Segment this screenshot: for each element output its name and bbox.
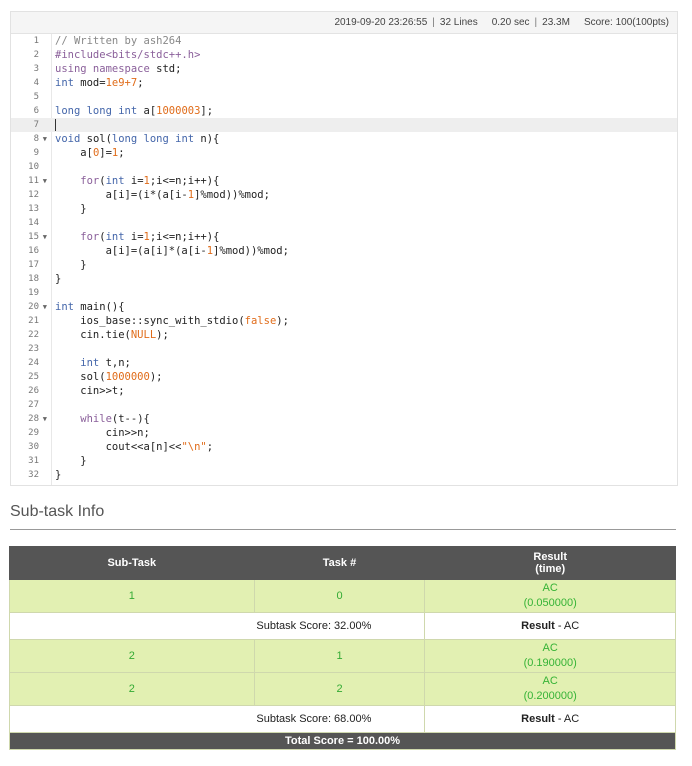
code-line: 21 ios_base::sync_with_stdio(false);: [28, 315, 289, 327]
code-line: 22 cin.tie(NULL);: [28, 329, 169, 341]
result-cell: AC (0.200000): [424, 672, 676, 706]
code-line: 24 int t,n;: [28, 357, 131, 369]
task-cell: 1: [253, 639, 426, 673]
code-line: 26 cin>>t;: [28, 385, 125, 397]
section-divider: [10, 529, 676, 530]
code-line: 5: [33, 92, 39, 102]
code-line: 12 a[i]=(i*(a[i-1]%mod))%mod;: [28, 189, 270, 201]
table-row: 2 2 AC (0.200000): [9, 672, 676, 706]
subtask-score-row: Subtask Score: 32.00% Result - AC: [8, 612, 676, 640]
result-cell: AC (0.190000): [424, 639, 676, 673]
code-line: 3 using namespace std;: [33, 63, 182, 75]
code-line: 18}: [28, 273, 62, 285]
fold-arrow-icon[interactable]: ▼: [43, 412, 47, 426]
code-line: 15 ▼ for(int i=1;i<=n;i++){: [28, 230, 220, 244]
fold-arrow-icon[interactable]: ▼: [43, 174, 47, 188]
subtask-cell: 1: [9, 579, 255, 613]
code-line: 9 a[0]=1;: [33, 147, 125, 159]
code-line: 4 int mod=1e9+7;: [33, 77, 144, 89]
header-subtask: Sub-Task: [9, 546, 255, 580]
code-line: 20 ▼ int main(){: [28, 300, 125, 314]
subtask-result: Result - AC: [424, 705, 676, 733]
code-line: 14: [28, 218, 39, 228]
fold-arrow-icon[interactable]: ▼: [43, 230, 47, 244]
code-line: 17 }: [28, 259, 87, 271]
code-line: 13 }: [28, 203, 87, 215]
code-line: 8 ▼ void sol(long long int n){: [33, 132, 220, 146]
total-score-row: Total Score = 100.00%: [9, 732, 676, 750]
code-line: 31 }: [28, 455, 87, 467]
subtask-score-row: Subtask Score: 68.00% Result - AC: [8, 705, 676, 733]
subtask-score-label: Subtask Score: 68.00%: [8, 705, 426, 733]
header-task: Task #: [253, 546, 426, 580]
task-cell: 0: [253, 579, 426, 613]
table-row: 1 0 AC (0.050000): [9, 579, 676, 613]
code-panel: 2019-09-20 23:26:55 | 32 Lines 0.20 sec …: [10, 11, 678, 486]
submission-datetime: 2019-09-20 23:26:55: [334, 17, 428, 28]
code-line: 27: [28, 400, 39, 410]
code-line: 23: [28, 344, 39, 354]
result-cell: AC (0.050000): [424, 579, 676, 613]
code-line: 19: [28, 288, 39, 298]
subtask-cell: 2: [9, 639, 255, 673]
subtask-cell: 2: [9, 672, 255, 706]
code-line: 1// Written by ash264: [33, 35, 182, 47]
code-line: 28 ▼ while(t--){: [28, 412, 150, 426]
code-line: 11 ▼ for(int i=1;i<=n;i++){: [28, 174, 220, 188]
code-line-active[interactable]: 7: [11, 118, 677, 132]
code-line: 30 cout<<a[n]<<"\n";: [28, 441, 214, 453]
code-line: 32}: [28, 469, 62, 481]
header-result: Result (time): [424, 546, 676, 580]
score-text: Score: 100(100pts): [583, 17, 669, 28]
text-cursor: [55, 119, 56, 131]
line-count: 32 Lines: [439, 17, 478, 28]
code-line: 2 #include<bits/stdc++.h>: [33, 49, 201, 61]
run-time: 0.20 sec: [491, 17, 530, 28]
subtask-score-label: Subtask Score: 32.00%: [8, 612, 426, 640]
subtask-info-title: Sub-task Info: [10, 503, 105, 520]
table-row: 2 1 AC (0.190000): [9, 639, 676, 673]
fold-arrow-icon[interactable]: ▼: [43, 132, 47, 146]
table-header-row: Sub-Task Task # Result (time): [9, 546, 676, 580]
total-score: Total Score = 100.00%: [284, 735, 401, 747]
subtask-result: Result - AC: [424, 612, 676, 640]
task-cell: 2: [253, 672, 426, 706]
memory-usage: 23.3M: [542, 17, 570, 28]
fold-arrow-icon[interactable]: ▼: [43, 300, 47, 314]
code-line: 25 sol(1000000);: [28, 371, 163, 383]
subtask-table: Sub-Task Task # Result (time) 1 0 AC (0.05…: [8, 546, 676, 750]
code-editor[interactable]: 1// Written by ash264 2 #include<bits/std…: [11, 34, 677, 485]
code-line: 10: [28, 162, 39, 172]
code-line: 6 long long int a[1000003];: [33, 105, 214, 117]
code-line: 16 a[i]=(a[i]*(a[i-1]%mod))%mod;: [28, 245, 289, 257]
submission-status-bar: 2019-09-20 23:26:55 | 32 Lines 0.20 sec …: [11, 12, 677, 34]
code-line: 29 cin>>n;: [28, 427, 150, 439]
